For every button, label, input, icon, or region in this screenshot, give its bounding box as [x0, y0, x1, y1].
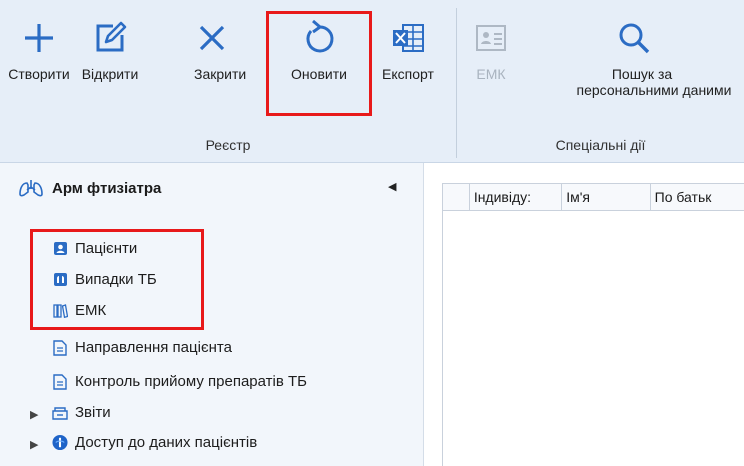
export-button[interactable]: Експорт — [370, 10, 446, 82]
ribbon-toolbar: Створити Відкрити Закрити Оновити Експор… — [0, 0, 744, 163]
document-icon — [52, 339, 68, 356]
emk-button-label: ЕМК — [476, 66, 506, 82]
edit-icon — [72, 10, 148, 66]
expand-patient-data-access-icon[interactable]: ▶ — [30, 438, 38, 451]
expand-reports-icon[interactable]: ▶ — [30, 408, 38, 421]
open-button[interactable]: Відкрити — [72, 10, 148, 82]
sidebar-title: Арм фтизіатра — [52, 179, 162, 197]
id-card-icon — [462, 10, 520, 66]
excel-export-icon — [370, 10, 446, 66]
search-button-label-line1: Пошук за — [611, 66, 673, 82]
column-header-individual[interactable]: Індивіду: — [470, 184, 563, 210]
sidebar-item-tb-medication-control[interactable]: Контроль прийому препаратів ТБ — [52, 373, 307, 390]
sidebar-item-label: Доступ до даних пацієнтів — [75, 434, 258, 451]
group-separator — [456, 8, 457, 158]
group-label-special-actions: Спеціальні дії — [555, 137, 646, 153]
lungs-icon — [18, 179, 44, 197]
sidebar-item-label: Звіти — [75, 404, 111, 421]
data-grid: Індивіду: Ім'я По батьк — [424, 163, 744, 466]
sidebar-header[interactable]: Арм фтизіатра ◀ — [0, 163, 423, 213]
create-button[interactable]: Створити — [6, 10, 72, 82]
search-icon — [524, 10, 744, 66]
sidebar-item-patient-referral[interactable]: Направлення пацієнта — [52, 339, 232, 356]
close-icon — [152, 10, 272, 66]
reports-icon — [52, 405, 68, 421]
highlight-sidebar-items — [30, 229, 204, 330]
export-button-label: Експорт — [382, 66, 434, 82]
highlight-refresh — [266, 11, 372, 116]
search-button-label-line2: персональними даними — [576, 82, 732, 98]
column-header-first-name[interactable]: Ім'я — [562, 184, 651, 210]
sidebar-item-label: Направлення пацієнта — [75, 339, 232, 356]
column-header-patronymic[interactable]: По батьк — [651, 184, 744, 210]
sidebar-item-reports[interactable]: Звіти — [52, 404, 111, 421]
emk-button[interactable]: ЕМК — [462, 10, 520, 82]
collapse-arrow-icon[interactable]: ◀ — [388, 180, 396, 193]
create-button-label: Створити — [8, 66, 70, 82]
group-label-registry: Реєстр — [205, 137, 251, 153]
sidebar-item-label: Контроль прийому препаратів ТБ — [75, 373, 308, 390]
close-button[interactable]: Закрити — [152, 10, 272, 82]
grid-header: Індивіду: Ім'я По батьк — [442, 183, 744, 211]
open-button-label: Відкрити — [81, 66, 139, 82]
close-button-label: Закрити — [194, 66, 247, 82]
search-personal-data-button[interactable]: Пошук за персональними даними — [524, 10, 744, 98]
plus-icon — [6, 10, 72, 66]
document-icon — [52, 373, 68, 390]
sidebar-item-patient-data-access[interactable]: Доступ до даних пацієнтів — [52, 434, 257, 451]
grid-corner-cell[interactable] — [442, 184, 470, 210]
info-globe-icon — [52, 434, 68, 451]
grid-left-border — [442, 210, 443, 466]
